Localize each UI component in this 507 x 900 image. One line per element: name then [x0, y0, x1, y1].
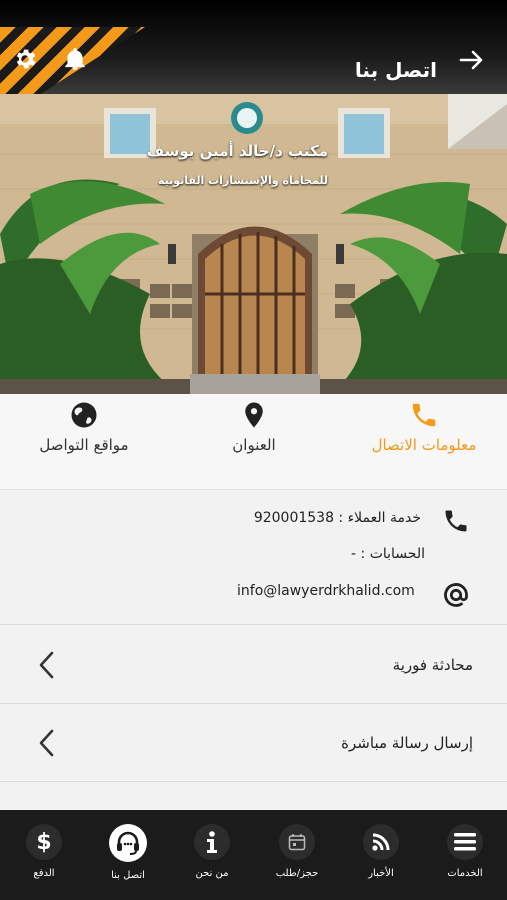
contact-tabs: معلومات الاتصال العنوان مواقع التواصل: [0, 394, 507, 490]
arrow-right-icon[interactable]: [459, 48, 485, 72]
direct-message-row[interactable]: إرسال رسالة مباشرة: [0, 704, 507, 782]
nav-payment-circle: $: [26, 824, 62, 860]
nav-about[interactable]: من نحن: [170, 810, 254, 900]
nav-news-circle: [363, 824, 399, 860]
phone-icon: [445, 510, 467, 532]
info-icon: [207, 831, 217, 853]
nav-booking-circle: [279, 824, 315, 860]
bell-icon[interactable]: [62, 46, 88, 72]
nav-services[interactable]: الخدمات: [423, 810, 507, 900]
headset-icon: [117, 831, 139, 855]
nav-contact[interactable]: اتصل بنا: [86, 810, 170, 900]
nav-about-circle: [194, 824, 230, 860]
nav-contact-circle: [109, 824, 147, 862]
office-sign-line1: مكتب د/خالد أمين يوسف: [146, 142, 328, 160]
direct-message-label: إرسال رسالة مباشرة: [341, 734, 473, 752]
nav-label: من نحن: [195, 868, 229, 879]
customer-service-number[interactable]: خدمة العملاء : 920001538: [254, 510, 421, 526]
menu-icon: [454, 833, 476, 851]
page-title: اتصل بنا: [354, 58, 437, 82]
accounts-line: الحسابات : -: [351, 546, 425, 562]
nav-label: حجز/طلب: [275, 868, 319, 879]
office-sign-line2: للمحاماة والإستشارات القانونية: [157, 174, 328, 187]
nav-label: اتصل بنا: [111, 870, 145, 881]
nav-news[interactable]: الأخبار: [339, 810, 423, 900]
phone-icon: [412, 403, 436, 427]
bottom-navigation: الخدمات الأخبار حجز/طلب من نحن اتصل بنا …: [0, 810, 507, 900]
live-chat-label: محادثة فورية: [392, 656, 473, 674]
tab-label: معلومات الاتصال: [371, 436, 477, 454]
settings-icon[interactable]: [12, 46, 38, 72]
calendar-icon: [288, 834, 306, 851]
chevron-left-icon: [39, 729, 54, 757]
rss-icon: [372, 833, 390, 851]
nav-label: الدفع: [33, 868, 55, 879]
tab-label: مواقع التواصل: [39, 436, 129, 454]
tab-label: العنوان: [232, 436, 276, 454]
nav-booking[interactable]: حجز/طلب: [255, 810, 339, 900]
dollar-icon: $: [36, 829, 52, 855]
app-header: اتصل بنا: [0, 0, 507, 94]
contact-info-section: خدمة العملاء : 920001538 الحسابات : - in…: [0, 491, 507, 625]
live-chat-row[interactable]: محادثة فورية: [0, 626, 507, 704]
office-building-photo: مكتب د/خالد أمين يوسف للمحاماة والإستشار…: [0, 94, 507, 394]
location-pin-icon: [245, 402, 263, 428]
email-link[interactable]: info@lawyerdrkhalid.com: [237, 583, 415, 599]
globe-icon: [71, 402, 97, 428]
nav-services-circle: [447, 824, 483, 860]
at-sign-icon: [444, 583, 468, 607]
tab-social[interactable]: مواقع التواصل: [26, 394, 142, 490]
chevron-left-icon: [39, 651, 54, 679]
nav-label: الخدمات: [447, 868, 483, 879]
tab-contact-info[interactable]: معلومات الاتصال: [361, 394, 487, 490]
tab-address[interactable]: العنوان: [214, 394, 294, 490]
nav-label: الأخبار: [368, 868, 394, 879]
nav-payment[interactable]: $ الدفع: [2, 810, 86, 900]
